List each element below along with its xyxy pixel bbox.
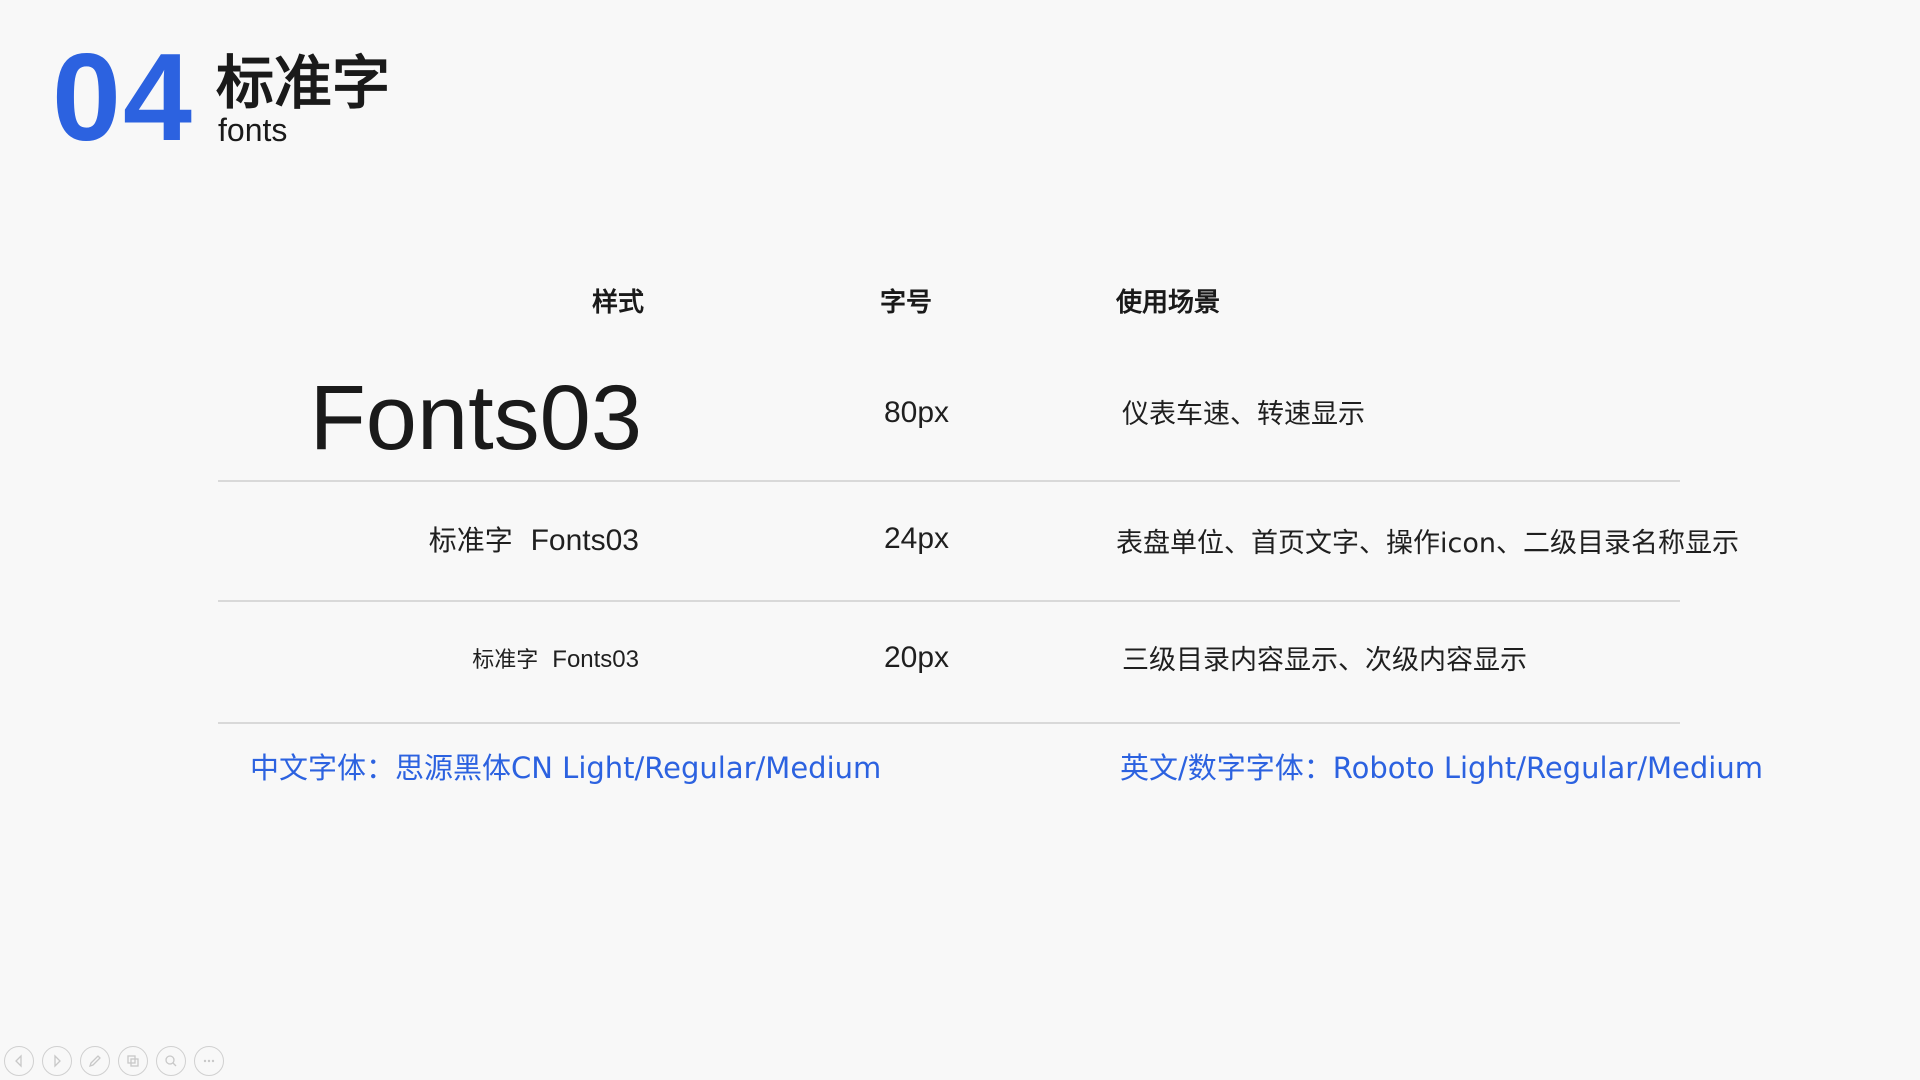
section-subtitle: fonts xyxy=(218,112,288,148)
slides-icon[interactable] xyxy=(118,1046,148,1076)
next-icon[interactable] xyxy=(42,1046,72,1076)
usage-scenario: 仪表车速、转速显示 xyxy=(1122,399,1365,430)
section-number: 04 xyxy=(52,29,194,167)
font-sample-20px: 标准字 Fonts03 xyxy=(472,648,639,672)
font-sample-cn: 标准字 xyxy=(472,648,539,673)
pen-icon[interactable] xyxy=(80,1046,110,1076)
previous-icon[interactable] xyxy=(4,1046,34,1076)
font-size-value: 24px xyxy=(884,522,950,555)
font-sample-24px: 标准字 Fonts03 xyxy=(429,526,639,556)
usage-scenario: 三级目录内容显示、次级内容显示 xyxy=(1122,645,1527,676)
usage-scenario: 表盘单位、首页文字、操作icon、二级目录名称显示 xyxy=(1116,528,1739,559)
more-icon[interactable] xyxy=(194,1046,224,1076)
font-sample-80px: Fonts03 xyxy=(309,367,642,469)
font-sample-latin: Fonts03 xyxy=(552,646,639,673)
column-header-usage: 使用场景 xyxy=(1116,288,1221,318)
english-font-note: 英文/数字字体：Roboto Light/Regular/Medium xyxy=(1120,751,1763,785)
font-size-value: 20px xyxy=(884,641,950,674)
row-divider xyxy=(218,480,1680,482)
slide: 04 标准字 fonts 样式 字号 使用场景 Fonts03 80px 仪表车… xyxy=(0,0,1920,1080)
font-sample-cn: 标准字 xyxy=(428,524,513,557)
section-title: 标准字 xyxy=(216,49,391,117)
row-divider xyxy=(218,600,1680,602)
font-sample-latin: Fonts03 xyxy=(530,524,639,557)
column-header-size: 字号 xyxy=(880,288,933,318)
font-size-value: 80px xyxy=(884,396,950,429)
column-header-style: 样式 xyxy=(592,288,645,318)
zoom-icon[interactable] xyxy=(156,1046,186,1076)
presentation-toolbar xyxy=(4,1046,224,1076)
row-divider xyxy=(218,722,1680,724)
chinese-font-note: 中文字体：思源黑体CN Light/Regular/Medium xyxy=(250,751,882,785)
